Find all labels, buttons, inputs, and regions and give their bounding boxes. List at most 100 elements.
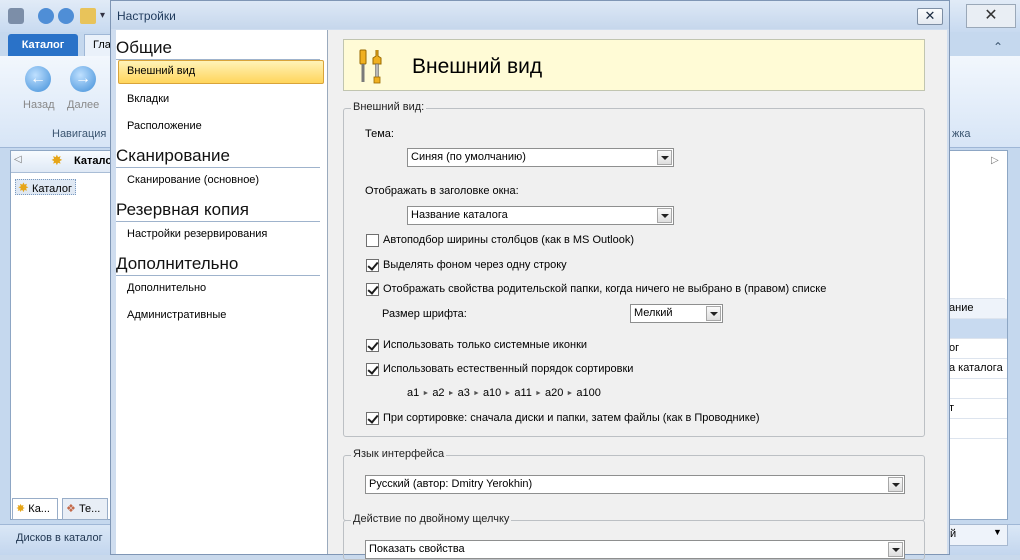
natural-sort-label[interactable]: Использовать естественный порядок сортир… [383, 363, 633, 375]
folders-first-checkbox[interactable] [366, 412, 379, 425]
font-size-label: Размер шрифта: [382, 308, 467, 320]
back-arrow-icon[interactable]: ← [25, 66, 51, 92]
list-blank-area [949, 175, 1005, 299]
chevron-down-icon[interactable] [657, 208, 672, 223]
tree-pane-tabbar: ◁ ✸ Катало [11, 151, 113, 173]
sort-example-item: a11 [514, 387, 532, 399]
bottom-tab-label: Ка... [28, 503, 50, 515]
catalog-star-icon: ✸ [16, 503, 26, 515]
window-title-select-value: Название каталога [411, 209, 508, 221]
alternate-rows-label[interactable]: Выделять фоном через одну строку [383, 259, 567, 271]
page-header: Внешний вид [343, 39, 925, 91]
sort-example-item: a3 [457, 387, 470, 399]
window-title-select[interactable]: Название каталога [407, 206, 674, 225]
folders-first-label[interactable]: При сортировке: сначала диски и папки, з… [383, 412, 760, 424]
status-dropdown[interactable]: й ▼ [946, 524, 1008, 546]
list-row[interactable] [947, 379, 1007, 399]
qat-back-icon[interactable] [38, 8, 54, 24]
qat-folder-icon[interactable] [80, 8, 96, 24]
alternate-rows-checkbox[interactable] [366, 259, 379, 272]
list-row[interactable] [947, 319, 1007, 339]
nav-item-appearance[interactable]: Внешний вид [118, 60, 324, 84]
catalog-star-icon: ✸ [51, 152, 63, 168]
dialog-close-button[interactable]: ✕ [917, 8, 943, 25]
settings-nav-pane: Общие Внешний вид Вкладки Расположение С… [116, 30, 328, 554]
status-disks-text: Дисков в каталог [16, 532, 103, 544]
double-click-action-select[interactable]: Показать свойства [365, 540, 905, 559]
chevron-down-icon[interactable] [706, 306, 721, 321]
nav-item-advanced[interactable]: Дополнительно [118, 277, 324, 301]
chevron-down-icon[interactable] [657, 150, 672, 165]
tree-pane-tab-label[interactable]: Катало [74, 155, 112, 167]
double-click-group-legend: Действие по двойному щелчку [351, 513, 512, 525]
arrow-right-icon: ► [422, 390, 430, 397]
parent-props-label[interactable]: Отображать свойства родительской папки, … [383, 283, 826, 295]
font-size-select[interactable]: Мелкий [630, 304, 723, 323]
arrow-right-icon: ► [504, 390, 512, 397]
dialog-client-area: Общие Внешний вид Вкладки Расположение С… [116, 30, 947, 560]
list-row[interactable]: ог [947, 339, 1007, 359]
list-row[interactable]: т [947, 399, 1007, 419]
catalog-star-icon: ✸ [18, 180, 29, 195]
nav-item-layout[interactable]: Расположение [118, 115, 324, 139]
language-select[interactable]: Русский (автор: Dmitry Yerokhin) [365, 475, 905, 494]
autofit-columns-checkbox[interactable] [366, 234, 379, 247]
bottom-tab-catalog[interactable]: ✸ Ка... [12, 498, 58, 520]
tags-icon: ❖ [66, 503, 76, 515]
nav-header-general: Общие [116, 38, 320, 60]
status-dropdown-text: й [950, 528, 957, 540]
nav-header-scanning: Сканирование [116, 146, 320, 168]
back-button-label[interactable]: Назад [23, 99, 55, 111]
settings-content-pane: Внешний вид Внешний вид: Тема: Синяя (по… [330, 30, 947, 560]
double-click-action-value: Показать свойства [369, 543, 465, 555]
app-logo-icon[interactable] [8, 8, 24, 24]
arrow-right-icon: ► [472, 390, 480, 397]
language-group-legend: Язык интерфейса [351, 448, 447, 460]
font-size-select-value: Мелкий [634, 307, 673, 319]
sort-example-item: a10 [482, 387, 502, 399]
tree-item-catalog[interactable]: ✸ Каталог [15, 179, 76, 195]
dialog-titlebar[interactable]: Настройки ✕ [111, 1, 949, 29]
double-click-group: Действие по двойному щелчку Показать сво… [343, 513, 925, 560]
qat-forward-icon[interactable] [58, 8, 74, 24]
language-select-value: Русский (автор: Dmitry Yerokhin) [369, 478, 533, 490]
ribbon-tab-catalog[interactable]: Каталог [8, 34, 78, 56]
system-icons-label[interactable]: Использовать только системные иконки [383, 339, 587, 351]
system-icons-checkbox[interactable] [366, 339, 379, 352]
chevron-down-icon[interactable] [888, 477, 903, 492]
theme-select-value: Синяя (по умолчанию) [411, 151, 526, 163]
sort-example: a1 ► a2 ► a3 ► a10 ► a11 ► a20 ► a100 [407, 387, 601, 399]
window-title-label: Отображать в заголовке окна: [365, 185, 519, 197]
appearance-group-legend: Внешний вид: [351, 101, 427, 113]
dialog-title: Настройки [117, 9, 176, 23]
list-column-header[interactable]: ание [947, 299, 1007, 319]
nav-item-backup-settings[interactable]: Настройки резервирования [118, 223, 324, 247]
app-close-button[interactable]: ✕ [966, 4, 1016, 28]
sort-example-item: a1 [407, 387, 420, 399]
nav-item-scanning-main[interactable]: Сканирование (основное) [118, 169, 324, 193]
forward-button-label[interactable]: Далее [67, 99, 99, 111]
natural-sort-checkbox[interactable] [366, 363, 379, 376]
bottom-tab-label: Те... [78, 503, 101, 515]
arrow-right-icon: ► [534, 390, 542, 397]
scroll-right-icon[interactable]: ▷ [991, 155, 999, 166]
arrow-right-icon: ► [447, 390, 455, 397]
qat-customize-icon[interactable]: ▾ [100, 10, 105, 21]
nav-item-tabs[interactable]: Вкладки [118, 88, 324, 112]
list-row[interactable] [947, 419, 1007, 439]
language-group: Язык интерфейса Русский (автор: Dmitry Y… [343, 448, 925, 521]
list-row[interactable]: а каталога [947, 359, 1007, 379]
page-title: Внешний вид [412, 55, 543, 78]
scroll-left-icon[interactable]: ◁ [14, 154, 22, 165]
theme-select[interactable]: Синяя (по умолчанию) [407, 148, 674, 167]
ribbon-collapse-icon[interactable]: ⌃ [993, 40, 1003, 54]
forward-arrow-icon[interactable]: → [70, 66, 96, 92]
arrow-right-icon: ► [566, 390, 574, 397]
chevron-down-icon: ▼ [993, 527, 1002, 537]
parent-props-checkbox[interactable] [366, 283, 379, 296]
autofit-columns-label[interactable]: Автоподбор ширины столбцов (как в MS Out… [383, 234, 634, 246]
appearance-group: Внешний вид: Тема: Синяя (по умолчанию) … [343, 101, 925, 437]
bottom-tab-tags[interactable]: ❖ Те... [62, 498, 108, 520]
theme-label: Тема: [365, 128, 394, 140]
nav-item-administrative[interactable]: Административные [118, 304, 324, 328]
